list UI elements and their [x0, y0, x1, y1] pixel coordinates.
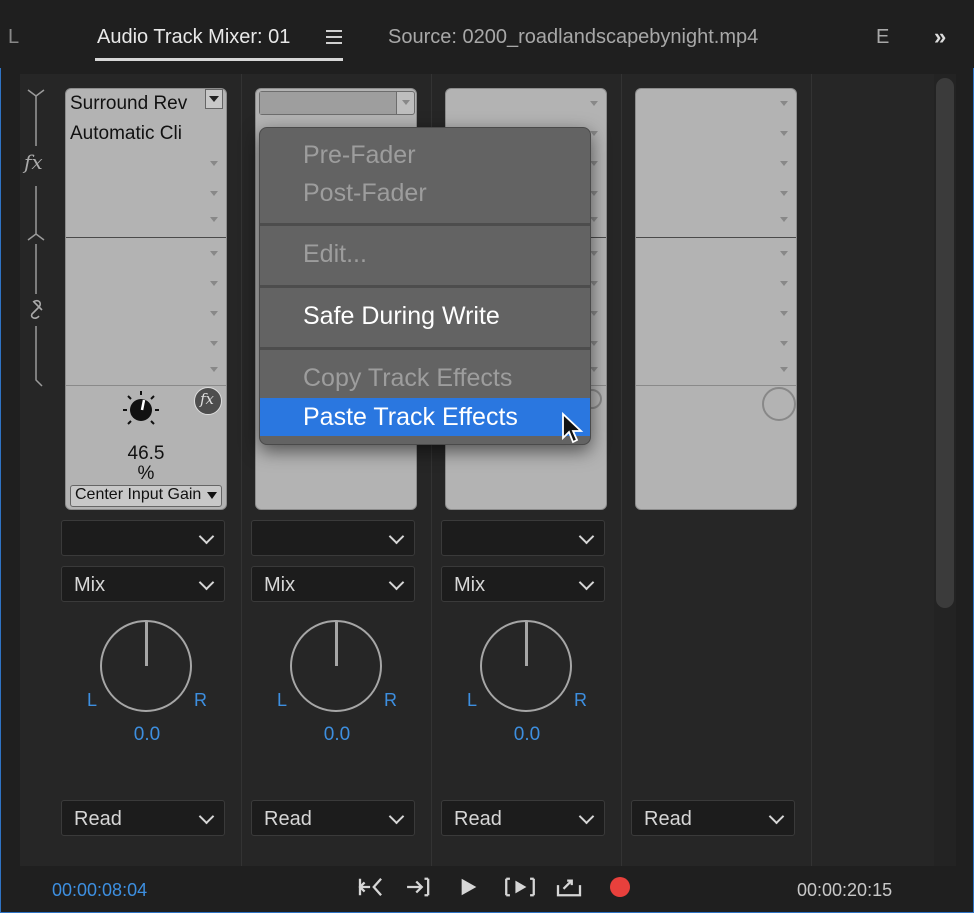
send-slot-5[interactable] [636, 357, 796, 387]
chevron-down-icon [578, 574, 595, 591]
send-level-knob[interactable] [762, 387, 796, 421]
chevron-down-icon [198, 808, 215, 825]
send-slot-2[interactable] [66, 271, 226, 301]
fx-slot-3[interactable] [636, 151, 796, 181]
chevron-down-icon [388, 574, 405, 591]
output-label: Mix [74, 574, 106, 596]
fx-slot-5[interactable] [66, 207, 226, 237]
effect-parameter-knob[interactable] [120, 389, 162, 431]
track-3-output-select[interactable]: Mix [441, 566, 605, 602]
track-2-input-select[interactable] [251, 520, 415, 556]
pan-right-label: R [574, 690, 587, 710]
track-2-pan-knob[interactable] [290, 620, 382, 712]
pan-right-label: R [194, 690, 207, 710]
effects-sends-bracket [27, 89, 45, 387]
fx-slot-1[interactable] [636, 91, 796, 121]
chevron-down-icon [198, 574, 215, 591]
chevron-down-icon [578, 528, 595, 545]
fx-slot-5[interactable] [636, 207, 796, 237]
chevron-down-icon [388, 528, 405, 545]
sends-icon [30, 299, 43, 319]
chevron-down-icon [207, 492, 217, 499]
send-slot-5[interactable] [66, 357, 226, 387]
track-1-input-select[interactable] [61, 520, 225, 556]
chevron-down-icon [198, 528, 215, 545]
menu-item-paste-track-effects[interactable]: Paste Track Effects [260, 398, 590, 436]
overflow-chevron-icon[interactable]: » [934, 24, 946, 50]
track-2-automation-mode[interactable]: Read [251, 800, 415, 836]
fx-bypass-icon[interactable]: fx [194, 387, 222, 415]
track-4-effects-rack [635, 88, 797, 510]
fx-slot-1[interactable]: Surround Rev [70, 93, 206, 115]
track-1-effects-rack: Surround Rev Automatic Cli fx 46.5 % Cen… [65, 88, 227, 510]
gain-value: 46.5 [127, 443, 165, 464]
send-slot-2[interactable] [636, 271, 796, 301]
gain-unit: % [137, 463, 155, 484]
track-divider [241, 74, 242, 866]
menu-item-pre-fader[interactable]: Pre-Fader [260, 137, 590, 173]
panel-menu-icon[interactable] [326, 30, 342, 44]
menu-separator [260, 223, 590, 226]
pan-value[interactable]: 0.0 [497, 724, 557, 746]
tab-audio-track-mixer[interactable]: Audio Track Mixer: 01 [97, 26, 290, 49]
track-3-automation-mode[interactable]: Read [441, 800, 605, 836]
menu-item-post-fader[interactable]: Post-Fader [260, 175, 590, 211]
fx-slot-1-selected[interactable] [259, 91, 415, 115]
track-2-output-select[interactable]: Mix [251, 566, 415, 602]
chevron-down-icon [578, 808, 595, 825]
fx-slot-3[interactable] [66, 151, 226, 181]
track-1-automation-mode[interactable]: Read [61, 800, 225, 836]
track-1-output-select[interactable]: Mix [61, 566, 225, 602]
menu-separator [260, 347, 590, 350]
track-3-input-select[interactable] [441, 520, 605, 556]
send-slot-1[interactable] [66, 241, 226, 271]
track-3-pan-knob[interactable] [480, 620, 572, 712]
context-menu: Pre-Fader Post-Fader Edit... Safe During… [259, 127, 591, 445]
tab-source[interactable]: Source: 0200_roadlandscapebynight.mp4 [388, 26, 758, 49]
active-tab-underline [95, 58, 343, 61]
pan-right-label: R [384, 690, 397, 710]
send-slot-3[interactable] [66, 301, 226, 331]
output-label: Mix [454, 574, 486, 596]
fx-section-label: fx [24, 150, 43, 174]
fx-slot-1-dropdown-icon[interactable] [205, 89, 223, 109]
tab-partial-left[interactable]: L [8, 26, 19, 49]
send-slot-3[interactable] [636, 301, 796, 331]
play-icon[interactable] [458, 876, 480, 898]
track-1-pan-knob[interactable] [100, 620, 192, 712]
pan-value[interactable]: 0.0 [307, 724, 367, 746]
go-to-out-icon[interactable] [404, 876, 434, 898]
parameter-select[interactable]: Center Input Gain [70, 485, 222, 507]
tab-partial-right[interactable]: E [876, 26, 889, 49]
mouse-cursor-icon [562, 412, 584, 444]
fx-slot-2[interactable] [636, 121, 796, 151]
duration-timecode: 00:00:20:15 [797, 880, 893, 900]
chevron-down-icon [768, 808, 785, 825]
output-label: Mix [264, 574, 296, 596]
fx-slot-2[interactable]: Automatic Cli [70, 123, 206, 145]
menu-separator [260, 285, 590, 288]
go-to-in-icon[interactable] [356, 876, 386, 898]
pan-value[interactable]: 0.0 [117, 724, 177, 746]
current-timecode[interactable]: 00:00:08:04 [52, 880, 147, 901]
play-in-to-out-icon[interactable] [502, 876, 538, 898]
menu-item-edit[interactable]: Edit... [260, 236, 590, 272]
scrollbar-thumb[interactable] [936, 78, 954, 608]
export-frame-icon[interactable] [554, 876, 584, 898]
send-slot-1[interactable] [636, 241, 796, 271]
tab-bar: L Audio Track Mixer: 01 Source: 0200_roa… [0, 0, 974, 68]
parameter-name: Center Input Gain [75, 486, 202, 503]
track-divider [621, 74, 622, 866]
chevron-down-icon [388, 808, 405, 825]
record-icon[interactable] [610, 877, 630, 897]
pan-left-label: L [277, 690, 288, 710]
fx-slot-1[interactable] [446, 91, 606, 121]
pan-left-label: L [467, 690, 478, 710]
track-divider [811, 74, 812, 866]
menu-item-copy-track-effects[interactable]: Copy Track Effects [260, 360, 590, 396]
menu-item-safe-during-write[interactable]: Safe During Write [260, 298, 590, 334]
pan-left-label: L [87, 690, 98, 710]
track-4-automation-mode[interactable]: Read [631, 800, 795, 836]
